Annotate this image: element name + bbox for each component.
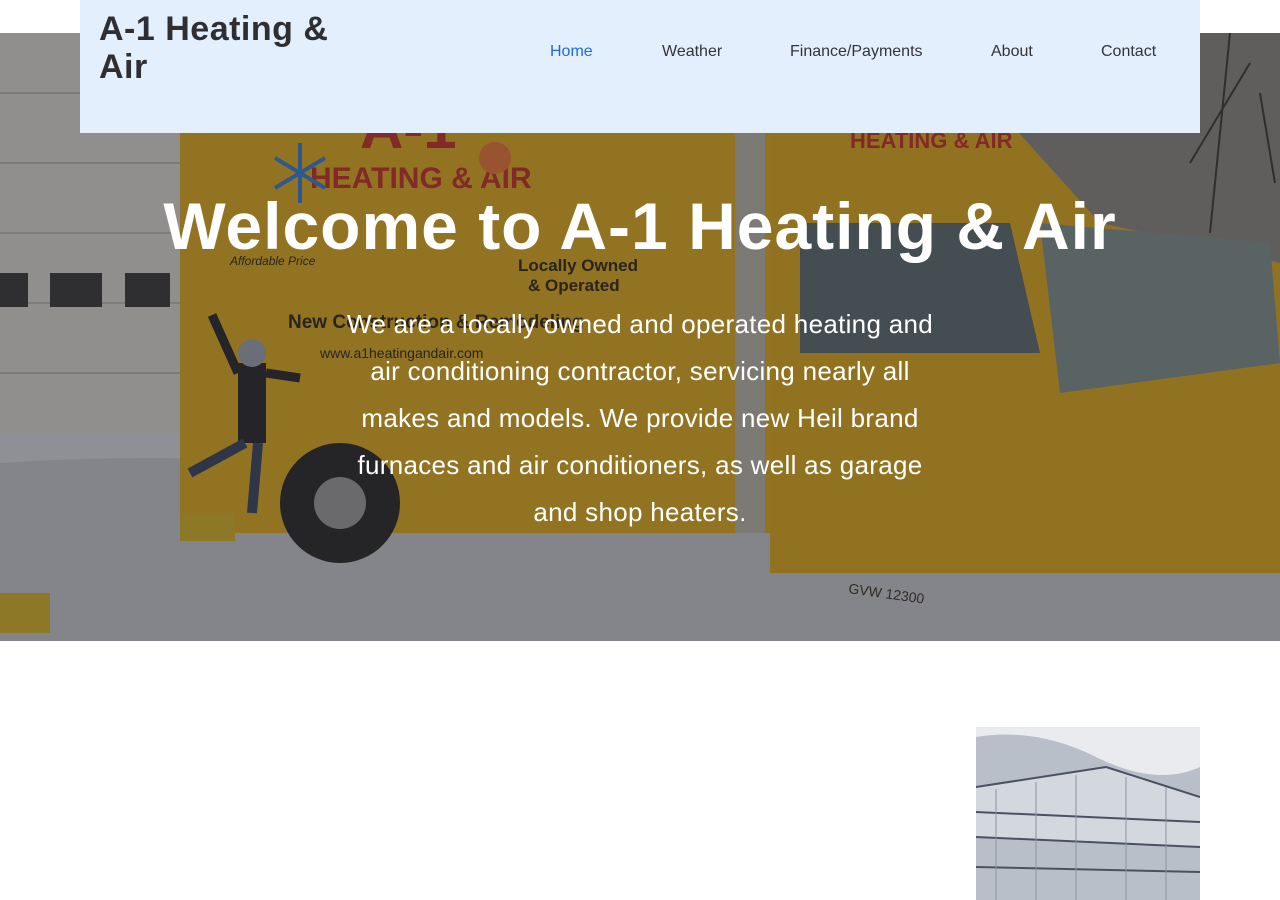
hero-title: Welcome to A-1 Heating & Air — [163, 189, 1117, 263]
nav-item-home[interactable]: Home — [550, 43, 593, 61]
site-header: A-1 Heating & Air Home Weather Finance/P… — [80, 0, 1200, 133]
nav-item-weather[interactable]: Weather — [662, 43, 722, 61]
main-nav: Home Weather Finance/Payments About Cont… — [80, 43, 1200, 63]
nav-item-about[interactable]: About — [991, 43, 1033, 61]
page: A-1 HEATING & AIR Locally Owned & Operat… — [0, 0, 1280, 900]
nav-item-finance-payments[interactable]: Finance/Payments — [790, 43, 923, 61]
nav-item-contact[interactable]: Contact — [1101, 43, 1156, 61]
hero-description: We are a locally owned and operated heat… — [346, 309, 934, 527]
roof-photo — [976, 727, 1200, 900]
